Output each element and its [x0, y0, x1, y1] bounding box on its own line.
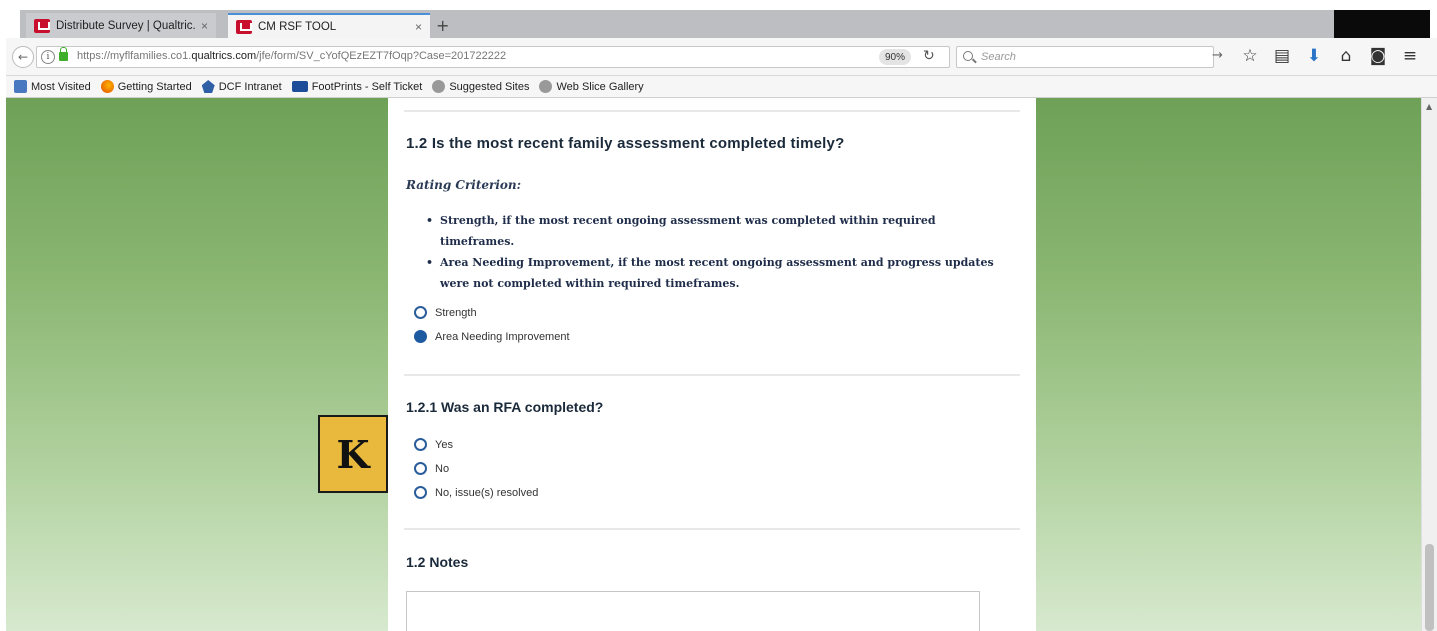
rating-criterion-label: Rating Criterion: — [406, 178, 522, 192]
url-domain: qualtrics.com — [191, 50, 257, 62]
bookmark-label: FootPrints - Self Ticket — [311, 80, 423, 93]
footprints-icon — [291, 81, 308, 92]
scroll-thumb[interactable] — [1425, 544, 1434, 631]
menu-icon[interactable]: ≡ — [1398, 44, 1422, 68]
reload-icon[interactable]: ↻ — [923, 48, 935, 64]
url-text[interactable]: https://myflfamilies.co1.qualtrics.com/j… — [77, 50, 506, 62]
scroll-up-icon[interactable]: ▲ — [1426, 102, 1432, 111]
url-path: /jfe/form/SV_cYofQEzEZT7fOqp?Case=201722… — [256, 50, 507, 62]
choice-label: No, issue(s) resolved — [435, 486, 539, 499]
bookmark-web-slice-gallery[interactable]: Web Slice Gallery — [539, 80, 644, 93]
bookmarks-bar: Most Visited Getting Started DCF Intrane… — [6, 76, 1437, 98]
toolbar-icons: ☆ ▤ ⬇ ⌂ ◙ ≡ — [1238, 44, 1422, 68]
choice-yes[interactable]: Yes — [414, 438, 453, 451]
survey-card: 1.2 Is the most recent family assessment… — [388, 98, 1036, 631]
vertical-scrollbar[interactable]: ▲ — [1421, 98, 1437, 631]
criterion-item: Area Needing Improvement, if the most re… — [426, 252, 996, 294]
bookmark-suggested-sites[interactable]: Suggested Sites — [432, 80, 529, 93]
choice-label: Area Needing Improvement — [435, 330, 570, 343]
page-viewport: 1.2 Is the most recent family assessment… — [6, 98, 1437, 631]
search-icon — [963, 51, 973, 61]
tab-distribute-survey[interactable]: Distribute Survey | Qualtric... × — [26, 13, 216, 38]
rating-criteria-list: Strength, if the most recent ongoing ass… — [426, 210, 996, 294]
go-arrow-icon[interactable]: → — [1212, 48, 1223, 63]
tab-title: Distribute Survey | Qualtric... — [56, 19, 195, 32]
tab-cm-rsf-tool[interactable]: CM RSF TOOL × — [228, 13, 430, 38]
bookmark-label: Most Visited — [31, 80, 91, 93]
radio-button[interactable] — [414, 438, 427, 451]
bookmark-star-icon[interactable]: ☆ — [1238, 44, 1262, 68]
choice-label: Strength — [435, 306, 477, 319]
question-1-2-1-title: 1.2.1 Was an RFA completed? — [406, 399, 604, 415]
most-visited-icon — [14, 80, 27, 93]
window-corner — [1334, 10, 1430, 38]
navigation-bar: ← i https://myflfamilies.co1.qualtrics.c… — [6, 38, 1437, 76]
qualtrics-favicon-icon — [236, 19, 252, 34]
bookmark-label: Web Slice Gallery — [556, 80, 644, 93]
zoom-level-badge[interactable]: 90% — [879, 49, 912, 65]
search-bar[interactable]: Search — [956, 46, 1214, 68]
bookmark-footprints[interactable]: FootPrints - Self Ticket — [291, 80, 423, 93]
bookmark-label: Getting Started — [117, 80, 192, 93]
bookmark-getting-started[interactable]: Getting Started — [100, 80, 192, 93]
choice-no[interactable]: No — [414, 462, 449, 475]
bookmark-dcf-intranet[interactable]: DCF Intranet — [201, 80, 282, 93]
radio-button[interactable] — [414, 486, 427, 499]
question-divider — [404, 374, 1020, 376]
choice-label: Yes — [435, 438, 453, 451]
back-arrow-icon: ← — [17, 50, 29, 64]
notes-textarea[interactable] — [406, 591, 980, 631]
tab-title: CM RSF TOOL — [258, 20, 337, 33]
firefox-icon — [100, 80, 114, 93]
choice-area-needing-improvement[interactable]: Area Needing Improvement — [414, 330, 570, 343]
criterion-item: Strength, if the most recent ongoing ass… — [426, 210, 996, 252]
radio-button[interactable] — [414, 306, 427, 319]
globe-icon — [539, 80, 553, 93]
tab-close-icon[interactable]: × — [201, 19, 208, 33]
question-1-2-title: 1.2 Is the most recent family assessment… — [406, 135, 845, 152]
browser-tab-bar: Distribute Survey | Qualtric... × CM RSF… — [0, 0, 1437, 38]
choice-label: No — [435, 462, 450, 475]
reading-list-icon[interactable]: ▤ — [1270, 44, 1294, 68]
tab-strip: Distribute Survey | Qualtric... × CM RSF… — [20, 10, 1430, 38]
url-prefix: https://myflfamilies.co1. — [77, 50, 192, 62]
info-icon[interactable]: i — [41, 50, 55, 64]
question-divider — [404, 528, 1020, 530]
pocket-icon[interactable]: ◙ — [1366, 44, 1390, 68]
k-badge-letter: K — [336, 431, 370, 477]
notes-title: 1.2 Notes — [406, 554, 469, 570]
download-icon[interactable]: ⬇ — [1302, 44, 1326, 68]
home-icon[interactable]: ⌂ — [1334, 44, 1358, 68]
lock-icon — [59, 47, 68, 61]
question-divider — [404, 110, 1020, 112]
search-placeholder: Search — [981, 51, 1016, 63]
k-badge: K — [318, 415, 388, 493]
choice-strength[interactable]: Strength — [414, 306, 477, 319]
radio-button[interactable] — [414, 462, 427, 475]
back-button[interactable]: ← — [12, 46, 34, 68]
address-bar[interactable]: i https://myflfamilies.co1.qualtrics.com… — [36, 46, 950, 68]
globe-icon — [432, 80, 446, 93]
radio-button-selected[interactable] — [414, 330, 427, 343]
bookmark-label: Suggested Sites — [449, 80, 530, 93]
bookmark-label: DCF Intranet — [218, 80, 282, 93]
choice-no-issues-resolved[interactable]: No, issue(s) resolved — [414, 486, 538, 499]
new-tab-button[interactable]: + — [436, 16, 449, 35]
dcf-icon — [201, 80, 215, 93]
bookmark-most-visited[interactable]: Most Visited — [14, 80, 91, 93]
tab-close-icon[interactable]: × — [415, 20, 422, 34]
qualtrics-favicon-icon — [34, 18, 50, 33]
